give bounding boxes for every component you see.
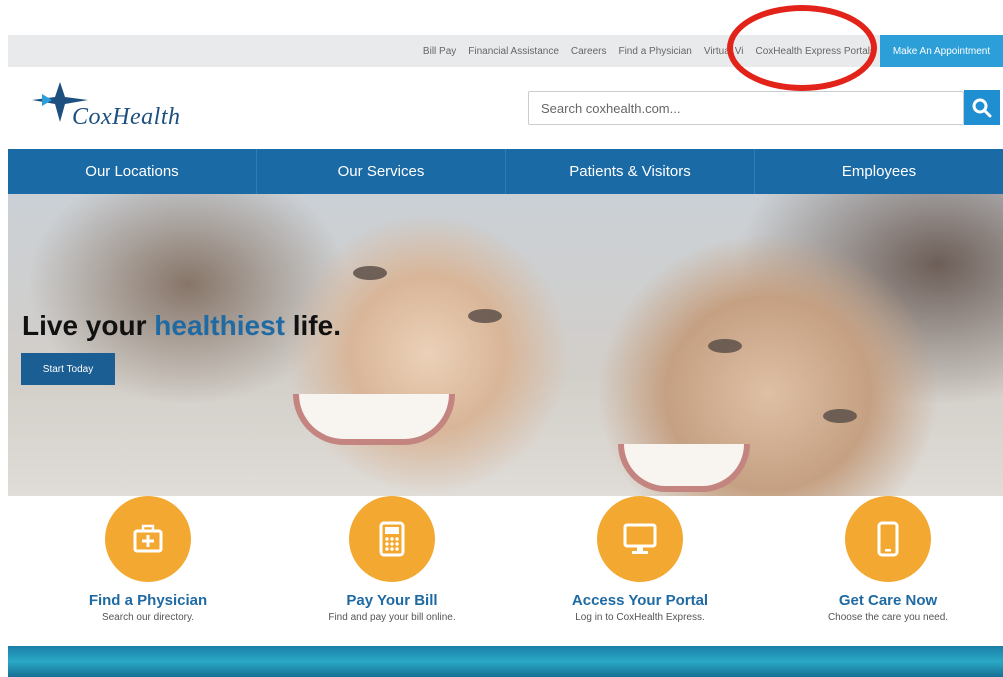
tile-circle bbox=[597, 496, 683, 582]
utility-link-financial-assistance[interactable]: Financial Assistance bbox=[468, 46, 559, 57]
tile-title: Get Care Now bbox=[838, 592, 938, 609]
utility-link-careers[interactable]: Careers bbox=[571, 46, 607, 57]
main-nav: Our Locations Our Services Patients & Vi… bbox=[8, 149, 1003, 194]
tile-title: Pay Your Bill bbox=[346, 592, 438, 609]
make-appointment-button[interactable]: Make An Appointment bbox=[880, 35, 1003, 67]
hero-headline: Live your healthiest life. bbox=[22, 310, 341, 342]
tile-subtitle: Choose the care you need. bbox=[827, 612, 949, 623]
phone-icon bbox=[877, 521, 899, 557]
tile-access-portal[interactable]: Access Your Portal Log in to CoxHealth E… bbox=[530, 496, 750, 623]
hero-overlay bbox=[8, 194, 1003, 496]
tile-find-physician[interactable]: Find a Physician Search our directory. bbox=[38, 496, 258, 623]
tile-pay-bill[interactable]: Pay Your Bill Find and pay your bill onl… bbox=[282, 496, 502, 623]
tile-title: Access Your Portal bbox=[571, 592, 709, 609]
utility-link-find-a-physician[interactable]: Find a Physician bbox=[618, 46, 691, 57]
search-icon bbox=[972, 98, 992, 117]
utility-link-virtual-visits[interactable]: Virtual Vi bbox=[704, 46, 744, 57]
tile-circle bbox=[845, 496, 931, 582]
tile-circle bbox=[349, 496, 435, 582]
tile-subtitle: Find and pay your bill online. bbox=[328, 612, 456, 623]
logo-wordmark: CoxHealth bbox=[72, 104, 181, 130]
tile-circle bbox=[105, 496, 191, 582]
tile-subtitle: Log in to CoxHealth Express. bbox=[575, 612, 705, 623]
nav-item-our-services[interactable]: Our Services bbox=[257, 149, 506, 194]
search-button[interactable] bbox=[964, 90, 1000, 125]
tile-subtitle: Search our directory. bbox=[101, 612, 195, 623]
footer-banner bbox=[8, 646, 1003, 677]
headline-part: Live your bbox=[22, 310, 155, 341]
tile-get-care-now[interactable]: Get Care Now Choose the care you need. bbox=[778, 496, 998, 623]
feature-tiles: Find a Physician Search our directory. P… bbox=[8, 496, 1003, 646]
coxhealth-logo[interactable]: CoxHealth bbox=[30, 78, 230, 138]
nav-item-patients-visitors[interactable]: Patients & Visitors bbox=[506, 149, 755, 194]
utility-links: Bill Pay Financial Assistance Careers Fi… bbox=[423, 35, 875, 67]
utility-link-bill-pay[interactable]: Bill Pay bbox=[423, 46, 456, 57]
headline-accent: healthiest bbox=[154, 310, 285, 341]
utility-link-express-portals[interactable]: CoxHealth Express Portals bbox=[756, 46, 876, 57]
start-today-button[interactable]: Start Today bbox=[21, 353, 115, 385]
medical-kit-icon bbox=[133, 524, 163, 553]
hero-banner: Live your healthiest life. Start Today bbox=[8, 194, 1003, 496]
calculator-icon bbox=[379, 521, 405, 557]
search-input[interactable]: Search coxhealth.com... bbox=[528, 91, 964, 125]
utility-bar: Bill Pay Financial Assistance Careers Fi… bbox=[8, 35, 1003, 67]
tile-title: Find a Physician bbox=[88, 592, 208, 609]
nav-item-employees[interactable]: Employees bbox=[755, 149, 1003, 194]
headline-part: life. bbox=[284, 310, 341, 341]
nav-item-our-locations[interactable]: Our Locations bbox=[8, 149, 257, 194]
monitor-icon bbox=[623, 523, 657, 554]
